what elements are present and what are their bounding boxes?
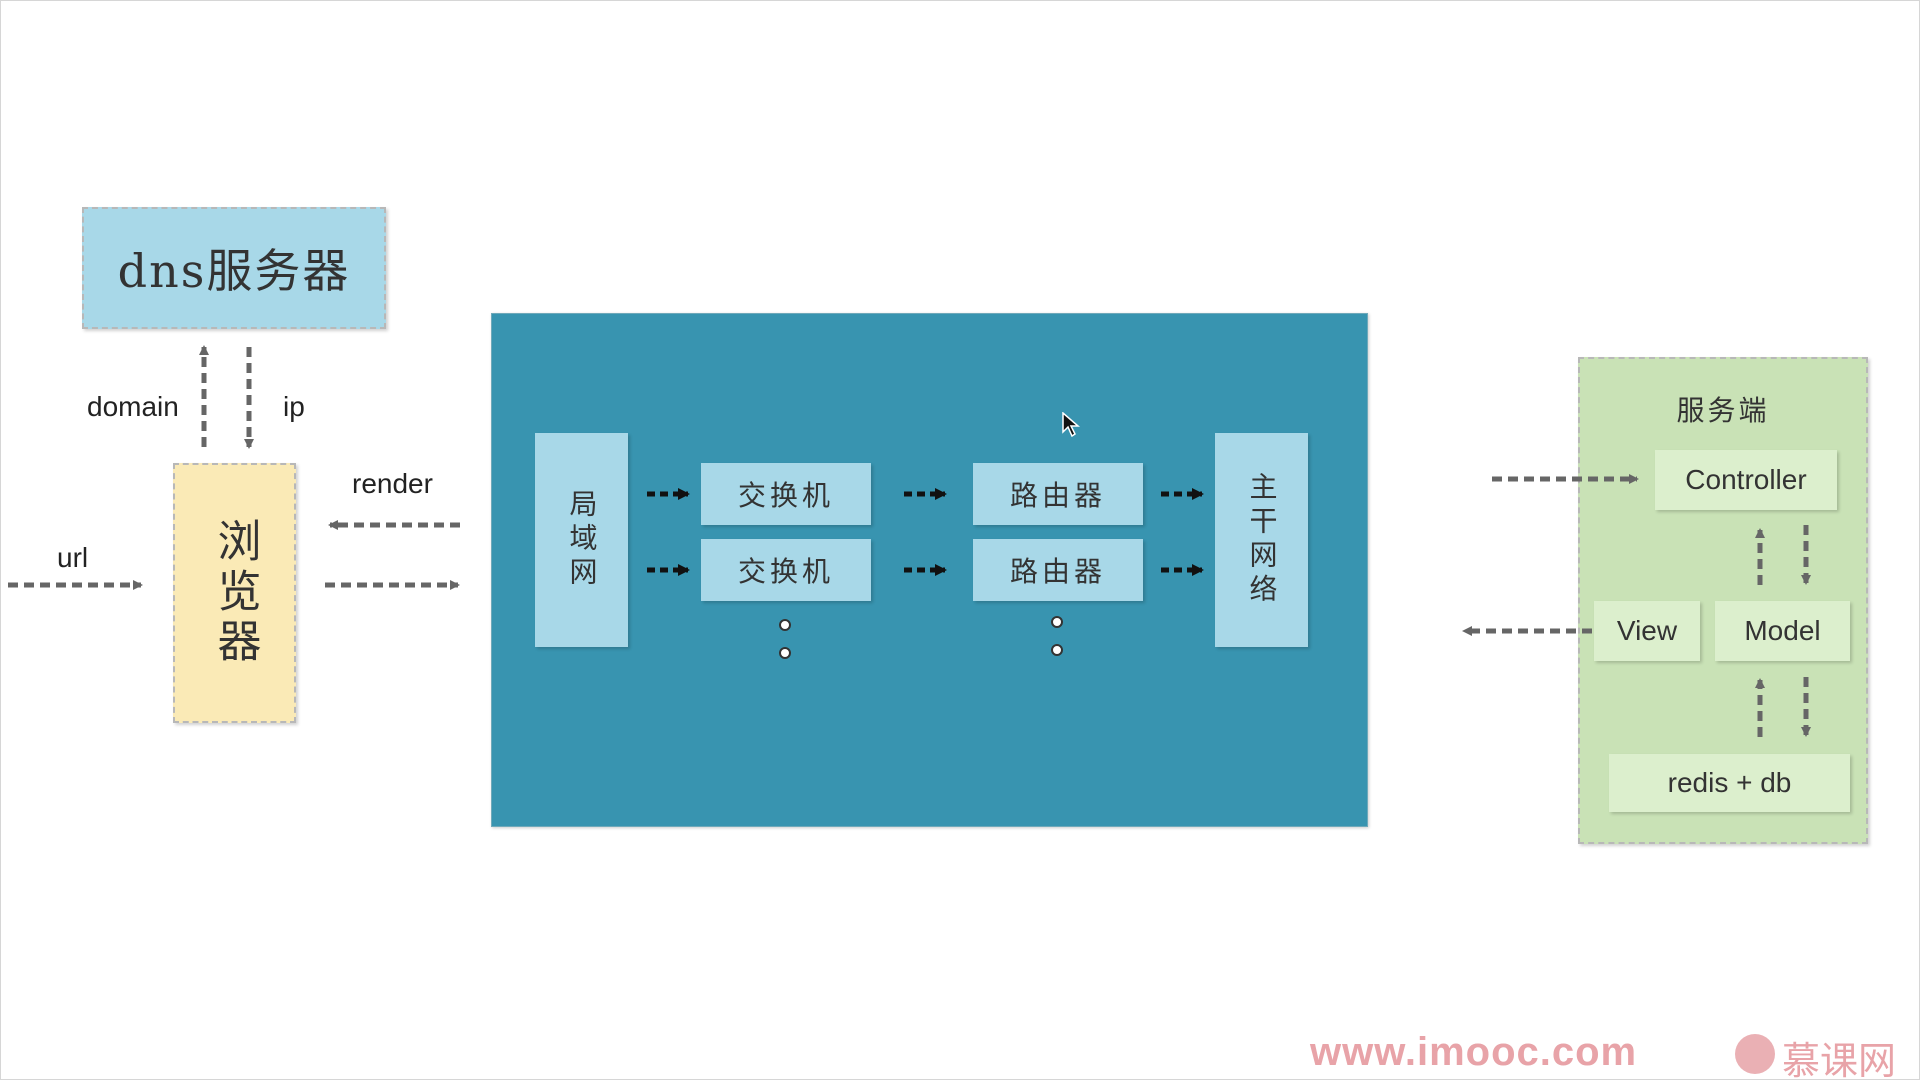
flame-logo-icon (1735, 1034, 1775, 1074)
watermark-url: www.imooc.com (1310, 1030, 1638, 1074)
watermark-brand: 慕课网 (1782, 1039, 1897, 1083)
mouse-cursor-icon (1062, 412, 1080, 438)
arrows-layer (8, 345, 1811, 737)
